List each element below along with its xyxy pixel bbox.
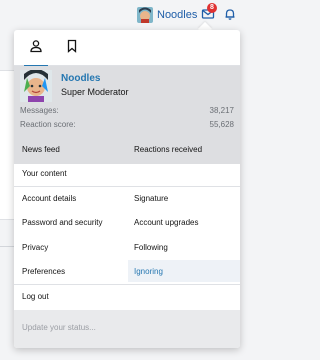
tab-bookmarks[interactable] [54, 30, 90, 66]
tab-account[interactable] [18, 30, 54, 67]
nav-user-link[interactable]: Noodles [137, 5, 197, 25]
profile-user-title: Super Moderator [61, 87, 129, 97]
reaction-score-label: Reaction score: [20, 120, 76, 129]
top-navigation-bar: Noodles 8 [0, 0, 250, 28]
nav-avatar [137, 7, 153, 23]
messages-value: 38,217 [209, 106, 234, 115]
link-account-upgrades[interactable]: Account upgrades [134, 217, 199, 229]
messages-label: Messages: [20, 106, 59, 115]
link-log-out[interactable]: Log out [22, 291, 49, 303]
menu-divider [14, 186, 240, 187]
link-reactions-received[interactable]: Reactions received [134, 144, 202, 156]
link-password-security[interactable]: Password and security [22, 217, 102, 229]
reaction-score-value: 55,628 [209, 120, 234, 129]
link-account-details[interactable]: Account details [22, 193, 76, 205]
inbox-badge: 8 [207, 3, 217, 13]
menu-divider [14, 284, 240, 285]
link-your-content[interactable]: Your content [22, 168, 67, 180]
link-news-feed[interactable]: News feed [22, 144, 60, 156]
background-page-strip [0, 70, 14, 220]
profile-username[interactable]: Noodles [61, 73, 100, 84]
link-preferences[interactable]: Preferences [22, 266, 65, 278]
link-signature[interactable]: Signature [134, 193, 168, 205]
user-icon [29, 39, 43, 58]
link-following[interactable]: Following [134, 242, 168, 254]
nav-username: Noodles [157, 9, 198, 21]
background-divider [0, 246, 14, 247]
link-ignoring[interactable]: Ignoring [134, 266, 163, 278]
bookmark-icon [65, 39, 79, 58]
avatar[interactable] [20, 70, 52, 102]
status-update-area[interactable]: Update your status... [14, 310, 240, 348]
link-privacy[interactable]: Privacy [22, 242, 48, 254]
bell-icon[interactable] [223, 7, 237, 21]
status-input[interactable]: Update your status... [22, 323, 96, 332]
account-menu: Noodles Super Moderator Messages: 38,217… [14, 30, 240, 348]
menu-tabs [14, 30, 240, 67]
